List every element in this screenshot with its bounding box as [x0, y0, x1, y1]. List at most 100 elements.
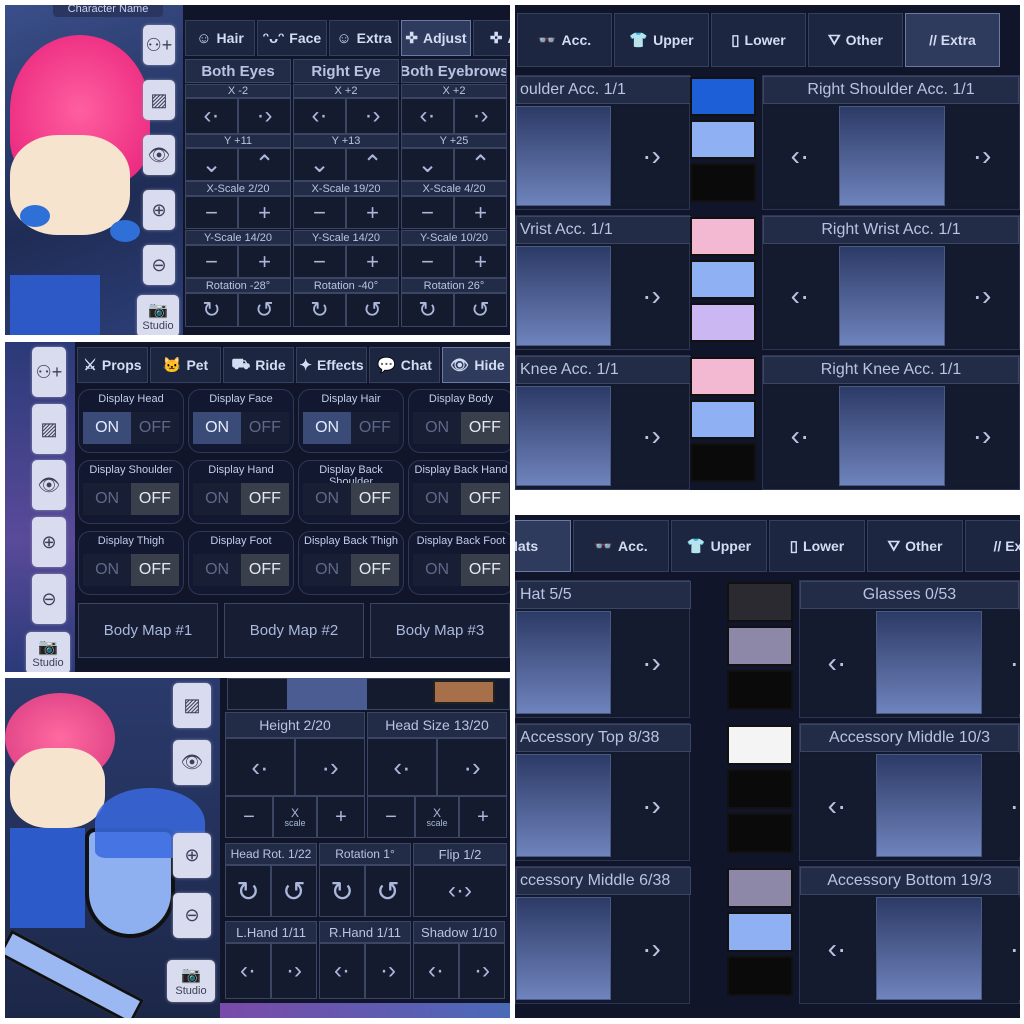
on-button[interactable]: ON	[303, 412, 351, 444]
off-button[interactable]: OFF	[241, 483, 289, 515]
y-scale-minus-button[interactable]: −	[401, 245, 454, 278]
next-item-button[interactable]: ·›	[614, 106, 689, 206]
item-preview[interactable]	[516, 754, 611, 857]
next-item-button[interactable]: ·›	[984, 611, 1020, 714]
studio-button[interactable]: 📷 Studio	[137, 295, 179, 335]
y-up-button[interactable]: ⌃	[346, 148, 399, 181]
height-minus-button[interactable]: −	[225, 796, 273, 838]
next-item-button[interactable]: ·›	[984, 897, 1020, 1000]
rotate-ccw-button[interactable]: ↺	[454, 293, 507, 327]
background-button[interactable]: ▨	[143, 80, 175, 120]
body-map-button-3[interactable]: Body Map #3	[370, 603, 510, 658]
r_hand-prev-button[interactable]: ‹·	[319, 943, 365, 999]
prev-item-button[interactable]: ‹·	[763, 386, 837, 486]
tab-lower[interactable]: ▯ Lower	[769, 520, 865, 572]
tab-acc[interactable]: 👓 Acc.	[573, 520, 669, 572]
tab-acc[interactable]: 👓 Acc.	[517, 13, 612, 67]
tab-props[interactable]: ⚔ Props	[77, 347, 148, 383]
on-button[interactable]: ON	[303, 483, 351, 515]
eye-button[interactable]: 👁	[32, 460, 66, 510]
tab-face[interactable]: ᵔᴗᵔ Face	[257, 20, 327, 56]
y-up-button[interactable]: ⌃	[238, 148, 291, 181]
y-scale-minus-button[interactable]: −	[293, 245, 346, 278]
l_hand-next-button[interactable]: ·›	[271, 943, 317, 999]
next-item-button[interactable]: ·›	[984, 754, 1020, 857]
tab-hide[interactable]: 👁 Hide	[442, 347, 510, 383]
height-plus-button[interactable]: +	[317, 796, 365, 838]
off-button[interactable]: OFF	[461, 483, 509, 515]
tab-extr[interactable]: // Extr	[965, 520, 1020, 572]
color-swatch-2[interactable]	[690, 120, 756, 159]
next-item-button[interactable]: ·›	[614, 611, 689, 714]
head_size-left-button[interactable]: ‹·	[367, 738, 437, 796]
item-preview[interactable]	[516, 246, 611, 346]
off-button[interactable]: OFF	[461, 554, 509, 586]
shadow-prev-button[interactable]: ‹·	[413, 943, 459, 999]
prev-item-button[interactable]: ‹·	[800, 754, 874, 857]
x-right-button[interactable]: ·›	[238, 98, 291, 134]
x-scale-minus-button[interactable]: −	[185, 196, 238, 229]
next-item-button[interactable]: ·›	[614, 754, 689, 857]
color-swatch-1[interactable]	[727, 868, 793, 908]
y-down-button[interactable]: ⌄	[185, 148, 238, 181]
zoom-in-button[interactable]: ⊕	[173, 833, 211, 878]
rotate-cw-button[interactable]: ↻	[401, 293, 454, 327]
x-scale-plus-button[interactable]: +	[346, 196, 399, 229]
head_size-minus-button[interactable]: −	[367, 796, 415, 838]
zoom-in-button[interactable]: ⊕	[32, 517, 66, 567]
face-thumbnail[interactable]	[287, 678, 367, 710]
tab-upper[interactable]: 👕 Upper	[614, 13, 709, 67]
off-button[interactable]: OFF	[351, 412, 399, 444]
on-button[interactable]: ON	[83, 483, 131, 515]
r_hand-next-button[interactable]: ·›	[365, 943, 411, 999]
zoom-out-button[interactable]: ⊖	[143, 245, 175, 285]
off-button[interactable]: OFF	[131, 483, 179, 515]
tab-lower[interactable]: ▯ Lower	[711, 13, 806, 67]
tab-adjust[interactable]: ✜ Adjust	[401, 20, 471, 56]
color-swatch-2[interactable]	[690, 400, 756, 439]
height-left-button[interactable]: ‹·	[225, 738, 295, 796]
on-button[interactable]: ON	[413, 483, 461, 515]
next-item-button[interactable]: ·›	[614, 386, 689, 486]
background-button[interactable]: ▨	[173, 683, 211, 728]
flip-button[interactable]: ‹·›	[413, 865, 507, 917]
color-swatch-1[interactable]	[727, 582, 793, 622]
item-preview[interactable]	[876, 897, 982, 1000]
item-preview[interactable]	[839, 386, 945, 486]
body-map-button-2[interactable]: Body Map #2	[224, 603, 364, 658]
off-button[interactable]: OFF	[131, 412, 179, 444]
y-scale-plus-button[interactable]: +	[238, 245, 291, 278]
x-scale-plus-button[interactable]: +	[238, 196, 291, 229]
tab-effects[interactable]: ✦ Effects	[296, 347, 367, 383]
tab-ride[interactable]: ⛟ Ride	[223, 347, 294, 383]
y-up-button[interactable]: ⌃	[454, 148, 507, 181]
skin-color-swatch[interactable]	[433, 680, 495, 704]
on-button[interactable]: ON	[413, 554, 461, 586]
color-swatch-3[interactable]	[690, 303, 756, 342]
off-button[interactable]: OFF	[241, 554, 289, 586]
next-item-button[interactable]: ·›	[947, 246, 1017, 346]
shadow-next-button[interactable]: ·›	[459, 943, 505, 999]
color-swatch-2[interactable]	[727, 769, 793, 809]
tab-other[interactable]: ⛛ Other	[808, 13, 903, 67]
color-swatch-1[interactable]	[690, 217, 756, 256]
tab-ad[interactable]: ✜Ad	[473, 20, 510, 56]
prev-item-button[interactable]: ‹·	[763, 246, 837, 346]
tab-chat[interactable]: 💬 Chat	[369, 347, 440, 383]
tab-other[interactable]: ⛛ Other	[867, 520, 963, 572]
add-character-button[interactable]: ⚇+	[32, 347, 66, 397]
rotate-ccw-button[interactable]: ↺	[238, 293, 291, 327]
head_rot-ccw-button[interactable]: ↺	[271, 865, 317, 917]
off-button[interactable]: OFF	[461, 412, 509, 444]
x-right-button[interactable]: ·›	[454, 98, 507, 134]
head_rot-cw-button[interactable]: ↻	[225, 865, 271, 917]
studio-button[interactable]: 📷 Studio	[26, 632, 70, 672]
item-preview[interactable]	[516, 106, 611, 206]
x-left-button[interactable]: ‹·	[185, 98, 238, 134]
tab-hair[interactable]: ☺ Hair	[185, 20, 255, 56]
head_size-right-button[interactable]: ·›	[437, 738, 507, 796]
y-scale-plus-button[interactable]: +	[346, 245, 399, 278]
tab-upper[interactable]: 👕 Upper	[671, 520, 767, 572]
x-scale-plus-button[interactable]: +	[454, 196, 507, 229]
off-button[interactable]: OFF	[131, 554, 179, 586]
